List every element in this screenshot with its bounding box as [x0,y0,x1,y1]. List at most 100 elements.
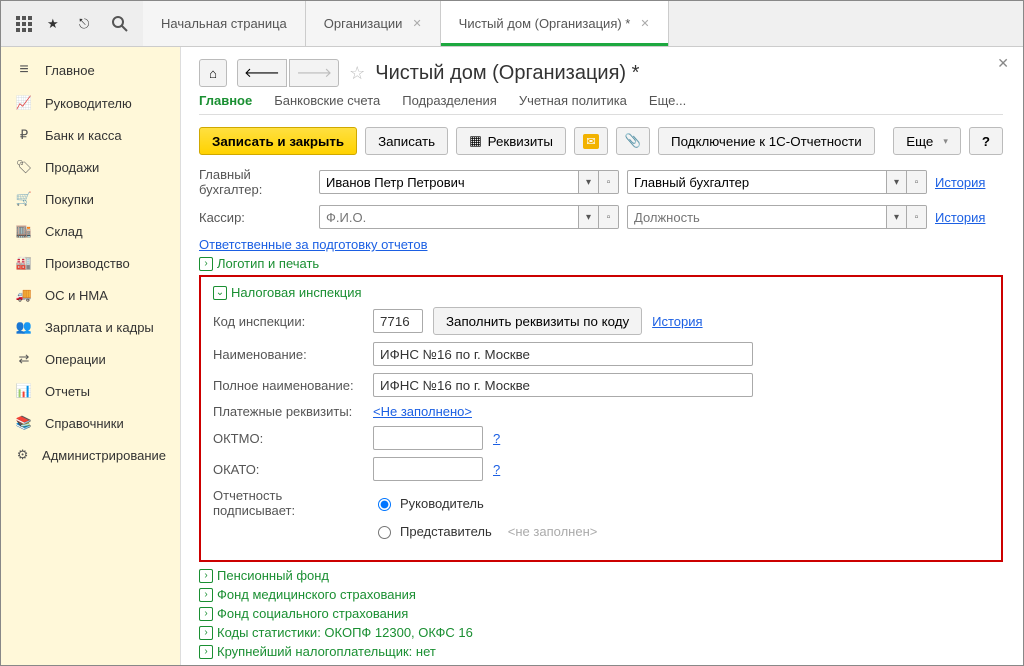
nav-sidebar: ≡Главное 📈Руководителю ₽Банк и касса 🏷Пр… [1,47,181,665]
expander-label: Пенсионный фонд [217,568,329,583]
gear-icon: ⚙ [15,447,30,463]
payment-requisites-link[interactable]: <Не заполнено> [373,404,472,419]
chief-accountant-position-field[interactable] [628,173,886,192]
sidebar-item-payroll[interactable]: 👥Зарплата и кадры [1,311,180,343]
expander-logo-print[interactable]: › Логотип и печать [199,256,1003,271]
expander-medical[interactable]: › Фонд медицинского страхования [199,587,1003,602]
sidebar-item-manager[interactable]: 📈Руководителю [1,87,180,119]
inspection-fullname-input[interactable] [373,373,753,397]
star-icon[interactable]: ★ [47,15,65,33]
home-button[interactable]: ⌂ [199,59,227,87]
inspection-name-input[interactable] [373,342,753,366]
sidebar-item-references[interactable]: 📚Справочники [1,407,180,439]
chevron-down-icon[interactable]: ▾ [578,205,598,229]
responsible-link[interactable]: Ответственные за подготовку отчетов [199,237,428,252]
sidebar-item-main[interactable]: ≡Главное [1,53,180,87]
close-icon[interactable]: ✕ [997,55,1009,72]
sidebar-item-bank[interactable]: ₽Банк и касса [1,119,180,151]
sidebar-item-warehouse[interactable]: 🏬Склад [1,215,180,247]
cart-icon: 🛒 [15,191,33,207]
requisites-button[interactable]: ▦Реквизиты [456,127,566,155]
tag-icon: 🏷 [15,159,33,175]
sign-option-rep[interactable]: Представитель [373,523,492,539]
expander-statcodes[interactable]: ›Коды статистики: ОКОПФ 12300, ОКФС 16 [199,625,1003,640]
favorite-icon[interactable]: ☆ [349,63,365,84]
save-button[interactable]: Записать [365,127,448,155]
mail-button[interactable]: ✉ [574,127,608,155]
chart-icon: 📈 [15,95,33,111]
fill-requisites-button[interactable]: Заполнить реквизиты по коду [433,307,642,335]
content-area: ✕ ⌂ 🡐 🡒 ☆ Чистый дом (Организация) * Гла… [181,47,1023,665]
expander-biggest[interactable]: ›Крупнейший налогоплательщик: нет [199,644,1003,659]
open-dialog-icon[interactable]: ▫ [598,205,618,229]
subtab-more[interactable]: Еще... [649,93,686,108]
oktmo-help-link[interactable]: ? [493,431,500,446]
inspection-history-link[interactable]: История [652,314,702,329]
attach-button[interactable]: 📎 [616,127,650,155]
cashier-label: Кассир: [199,210,311,225]
chevron-right-icon: › [199,607,213,621]
radio-rep[interactable] [378,526,391,539]
okato-input[interactable] [373,457,483,481]
open-dialog-icon[interactable]: ▫ [906,205,926,229]
sidebar-item-operations[interactable]: ⇄Операции [1,343,180,375]
help-button[interactable]: ? [969,127,1003,155]
expander-tax[interactable]: ⌄ Налоговая инспекция [213,285,989,300]
page-title: Чистый дом (Организация) * [375,62,639,85]
tab-organization-form[interactable]: Чистый дом (Организация) *✕ [441,1,669,46]
cashier-position-field[interactable] [628,208,886,227]
sidebar-item-reports[interactable]: 📊Отчеты [1,375,180,407]
expander-pension[interactable]: › Пенсионный фонд [199,568,1003,583]
forward-button[interactable]: 🡒 [289,59,339,87]
radio-head[interactable] [378,498,391,511]
bars-icon: 📊 [15,383,33,399]
accountant-history-link[interactable]: История [935,175,985,190]
sidebar-item-assets[interactable]: 🚚ОС и НМА [1,279,180,311]
inspection-code-input[interactable] [373,309,423,333]
subtab-main[interactable]: Главное [199,93,252,108]
back-button[interactable]: 🡐 [237,59,287,87]
close-icon[interactable]: ✕ [412,17,421,30]
expander-social[interactable]: ›Фонд социального страхования [199,606,1003,621]
topbar-quick-icons: ★ ⎋ [1,1,143,46]
search-icon[interactable] [111,15,129,33]
apps-icon[interactable] [15,15,33,33]
chief-accountant-position[interactable]: ▾ ▫ [627,170,927,194]
tab-start-page[interactable]: Начальная страница [143,1,306,46]
sign-option-head[interactable]: Руководитель [373,495,484,511]
chevron-right-icon: › [199,626,213,640]
okato-label: ОКАТО: [213,462,363,477]
open-dialog-icon[interactable]: ▫ [906,170,926,194]
close-icon[interactable]: ✕ [640,17,649,30]
more-button[interactable]: Еще [893,127,961,155]
okato-help-link[interactable]: ? [493,462,500,477]
card-icon: ▦ [469,133,482,149]
cashier-field[interactable] [320,208,578,227]
oktmo-input[interactable] [373,426,483,450]
sidebar-item-admin[interactable]: ⚙Администрирование [1,439,180,471]
sidebar-item-production[interactable]: 🏭Производство [1,247,180,279]
history-icon[interactable]: ⎋ [79,15,97,33]
connect-reporting-button[interactable]: Подключение к 1С-Отчетности [658,127,875,155]
chevron-down-icon[interactable]: ▾ [578,170,598,194]
sidebar-item-purchases[interactable]: 🛒Покупки [1,183,180,215]
cashier-history-link[interactable]: История [935,210,985,225]
open-dialog-icon[interactable]: ▫ [598,170,618,194]
warehouse-icon: 🏬 [15,223,33,239]
subtab-departments[interactable]: Подразделения [402,93,497,108]
cashier-input[interactable]: ▾ ▫ [319,205,619,229]
transfer-icon: ⇄ [15,351,33,367]
chevron-down-icon[interactable]: ▾ [886,205,906,229]
chevron-down-icon[interactable]: ▾ [886,170,906,194]
chief-accountant-field[interactable] [320,173,578,192]
subtab-accounting[interactable]: Учетная политика [519,93,627,108]
sidebar-item-sales[interactable]: 🏷Продажи [1,151,180,183]
subtab-bank-accounts[interactable]: Банковские счета [274,93,380,108]
save-and-close-button[interactable]: Записать и закрыть [199,127,357,155]
expander-label: Фонд медицинского страхования [217,587,416,602]
chief-accountant-input[interactable]: ▾ ▫ [319,170,619,194]
chevron-right-icon: › [199,588,213,602]
tab-organizations[interactable]: Организации✕ [306,1,441,46]
chevron-right-icon: › [199,569,213,583]
cashier-position[interactable]: ▾ ▫ [627,205,927,229]
